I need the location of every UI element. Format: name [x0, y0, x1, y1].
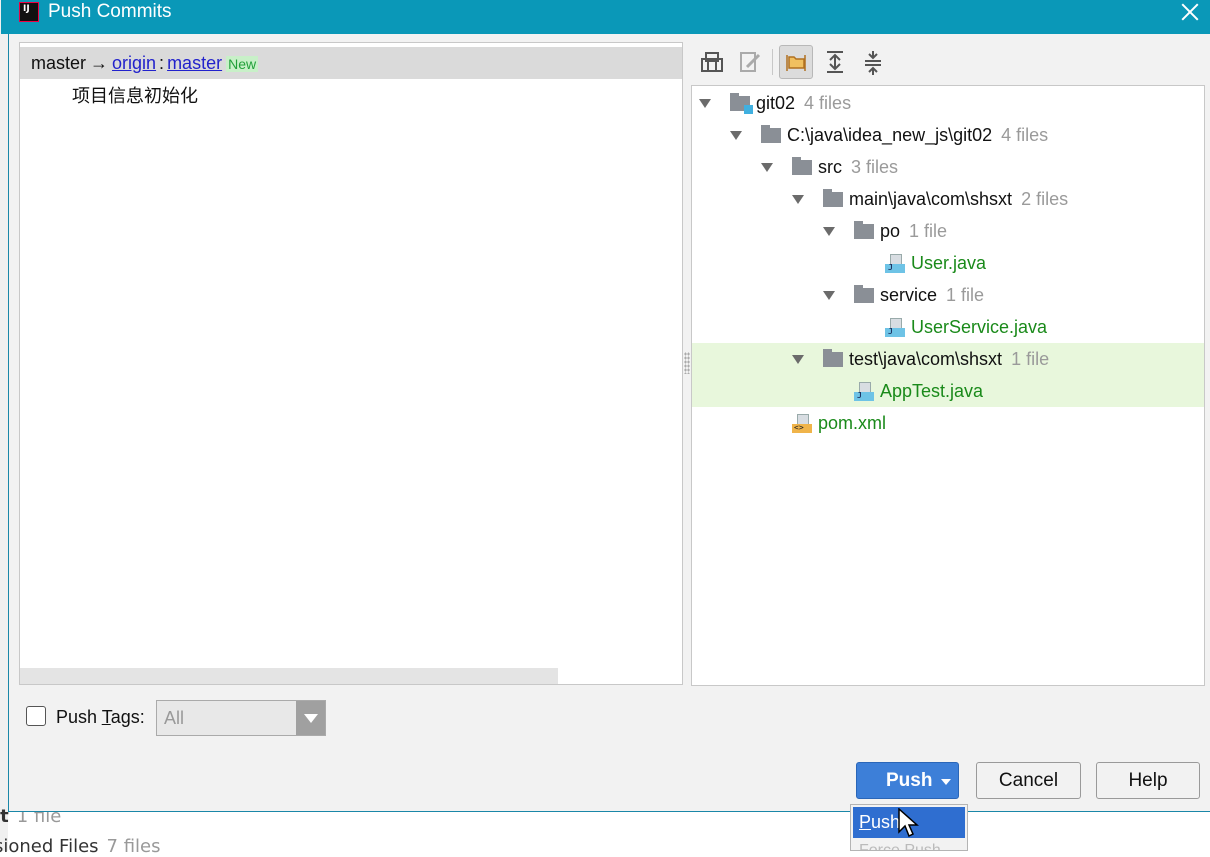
tree-node-service[interactable]: service 1 file: [692, 279, 1204, 311]
commits-panel: master → origin: master New 项目信息初始化: [19, 42, 683, 685]
tree-node-label: po: [880, 221, 901, 241]
tree-node-file[interactable]: J User.java: [692, 247, 1204, 279]
java-file-icon: J: [854, 382, 874, 402]
expand-triangle-icon[interactable]: [823, 291, 835, 300]
tree-node-count: 3 files: [851, 157, 899, 177]
tree-node-label: AppTest.java: [880, 381, 984, 401]
push-tags-select-value: All: [164, 708, 185, 728]
commit-message-item[interactable]: 项目信息初始化: [72, 83, 198, 111]
expand-triangle-icon[interactable]: [699, 99, 711, 108]
tree-node-label: src: [818, 157, 842, 177]
java-file-icon: J: [885, 318, 905, 338]
push-arrow-icon: →: [90, 53, 109, 73]
expand-triangle-icon[interactable]: [730, 131, 742, 140]
dialog-titlebar: IJ Push Commits: [1, 0, 1210, 34]
folder-icon: [761, 125, 781, 143]
push-button-label: Push: [886, 770, 933, 791]
folder-icon: [792, 157, 812, 175]
expand-all-icon[interactable]: [818, 45, 852, 79]
tree-node-src[interactable]: src 3 files: [692, 151, 1204, 183]
tree-node-root[interactable]: git02 4 files: [692, 87, 1204, 119]
tree-node-label: User.java: [911, 253, 987, 273]
tree-node-count: 4 files: [804, 93, 852, 113]
local-branch: master: [31, 53, 87, 73]
edit-source-icon[interactable]: [732, 45, 766, 79]
collapse-all-icon[interactable]: [856, 45, 890, 79]
tree-node-label: git02: [756, 93, 796, 113]
tree-node-test[interactable]: test\java\com\shsxt 1 file: [692, 343, 1204, 375]
help-button[interactable]: Help: [1096, 762, 1200, 799]
tree-node-label: C:\java\idea_new_js\git02: [787, 125, 993, 145]
tree-node-count: 4 files: [1001, 125, 1049, 145]
dialog-title: Push Commits: [48, 1, 172, 22]
java-file-icon: J: [885, 254, 905, 274]
background-unversioned-files: sioned Files 7 files: [0, 836, 161, 857]
remote-branch-link[interactable]: master: [167, 53, 222, 73]
tree-node-count: 1 file: [1011, 349, 1050, 369]
tree-node-file[interactable]: <> pom.xml: [692, 407, 1204, 439]
push-tags-checkbox[interactable]: [26, 706, 46, 726]
tree-node-count: 1 file: [946, 285, 985, 305]
tree-node-main[interactable]: main\java\com\shsxt 2 files: [692, 183, 1204, 215]
push-tags-select[interactable]: All: [156, 700, 326, 736]
push-tags-label: Push Tags:: [56, 707, 145, 727]
chevron-down-icon[interactable]: [296, 701, 325, 735]
intellij-app-icon: IJ: [19, 2, 39, 22]
tree-node-file[interactable]: J UserService.java: [692, 311, 1204, 343]
tree-node-label: test\java\com\shsxt: [849, 349, 1003, 369]
background-ide-strip: [0, 0, 8, 851]
folder-icon: [823, 349, 843, 367]
push-button[interactable]: Push: [856, 762, 959, 799]
branch-row[interactable]: master → origin: master New: [20, 47, 682, 79]
tree-node-po[interactable]: po 1 file: [692, 215, 1204, 247]
remote-separator: :: [159, 53, 165, 73]
expand-triangle-icon[interactable]: [792, 355, 804, 364]
show-diff-icon[interactable]: [694, 45, 728, 79]
toolbar-separator: [772, 49, 773, 75]
dropdown-caret-icon[interactable]: [941, 779, 951, 785]
remote-link[interactable]: origin: [112, 53, 156, 73]
horizontal-scrollbar[interactable]: [20, 668, 558, 684]
tree-node-path[interactable]: C:\java\idea_new_js\git02 4 files: [692, 119, 1204, 151]
changed-files-tree: git02 4 files C:\java\idea_new_js\git02 4 …: [691, 85, 1205, 686]
tree-node-count: 1 file: [909, 221, 948, 241]
expand-triangle-icon[interactable]: [792, 195, 804, 204]
cancel-button[interactable]: Cancel: [976, 762, 1081, 799]
menu-item-force-push[interactable]: Force Push: [859, 843, 941, 851]
new-branch-badge: New: [226, 56, 259, 72]
expand-triangle-icon[interactable]: [761, 163, 773, 172]
module-folder-icon: [730, 93, 753, 114]
tree-node-count: 2 files: [1021, 189, 1069, 209]
tree-node-label: pom.xml: [818, 413, 887, 433]
expand-triangle-icon[interactable]: [823, 227, 835, 236]
folder-icon: [854, 221, 874, 239]
splitter-handle[interactable]: [684, 352, 690, 374]
tree-node-label: main\java\com\shsxt: [849, 189, 1013, 209]
tree-node-file[interactable]: J AppTest.java: [692, 375, 1204, 407]
group-by-directory-icon[interactable]: [779, 45, 813, 79]
folder-icon: [854, 285, 874, 303]
tree-node-label: UserService.java: [911, 317, 1048, 337]
close-icon[interactable]: [1179, 1, 1201, 23]
folder-icon: [823, 189, 843, 207]
xml-file-icon: <>: [792, 414, 812, 434]
mouse-cursor-icon: [898, 808, 919, 838]
tree-node-label: service: [880, 285, 938, 305]
